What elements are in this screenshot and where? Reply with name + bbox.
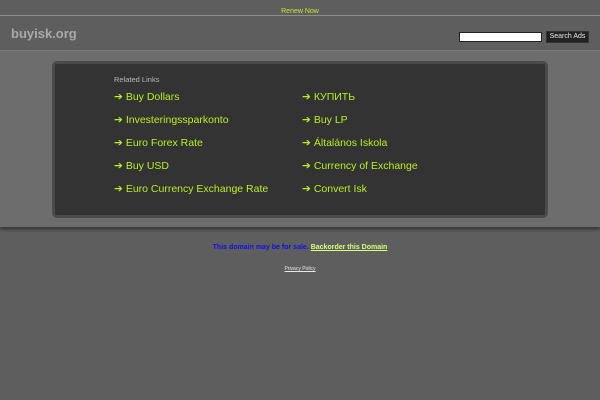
related-link-label: Currency of Exchange [313,160,418,172]
search-input[interactable] [459,32,542,42]
related-link[interactable]: ➔ Általános Iskola [302,137,387,150]
related-link[interactable]: ➔ Euro Currency Exchange Rate [114,183,268,196]
arrow-right-icon: ➔ [302,137,311,149]
related-link-label: Convert Isk [313,183,367,195]
related-link[interactable]: ➔ Buy Dollars [114,91,180,104]
arrow-right-icon: ➔ [302,183,311,195]
search-ads-button[interactable]: Search Ads [546,31,589,43]
related-link[interactable]: ➔ Euro Forex Rate [114,137,203,150]
sale-notice: This domain may be for sale. Backorder t… [0,244,600,251]
related-link[interactable]: ➔ Buy LP [302,114,348,127]
site-logo: buyisk.org [11,26,77,41]
arrow-right-icon: ➔ [302,91,311,103]
related-link-label: Általános Iskola [313,137,388,149]
related-link-label: Buy LP [313,114,348,126]
header: buyisk.org Search Ads [0,16,600,50]
arrow-right-icon: ➔ [114,160,123,172]
related-link-label: Investeringssparkonto [125,114,229,126]
top-bar: Renew Now [0,0,600,15]
related-link-label: Buy USD [125,160,169,172]
related-link[interactable]: ➔ Investeringssparkonto [114,114,229,127]
renew-now-link[interactable]: Renew Now [281,8,319,15]
related-link-label: Euro Forex Rate [125,137,203,149]
related-link-label: Buy Dollars [125,91,180,103]
arrow-right-icon: ➔ [302,114,311,126]
related-link[interactable]: ➔ Currency of Exchange [302,160,418,173]
related-link[interactable]: ➔ Convert Isk [302,183,367,196]
privacy-policy-link[interactable]: Privacy Policy [0,266,600,272]
backorder-link[interactable]: Backorder this Domain [311,244,388,251]
related-links-title: Related Links [114,75,160,84]
arrow-right-icon: ➔ [114,114,123,126]
related-link[interactable]: ➔ Buy USD [114,160,169,173]
sale-text: This domain may be for sale. [212,244,309,251]
related-link[interactable]: ➔ КУПИТЬ [302,91,355,104]
arrow-right-icon: ➔ [302,160,311,172]
related-link-label: Euro Currency Exchange Rate [125,183,269,195]
related-link-label: КУПИТЬ [313,91,356,103]
arrow-right-icon: ➔ [114,91,123,103]
arrow-right-icon: ➔ [114,183,123,195]
arrow-right-icon: ➔ [114,137,123,149]
